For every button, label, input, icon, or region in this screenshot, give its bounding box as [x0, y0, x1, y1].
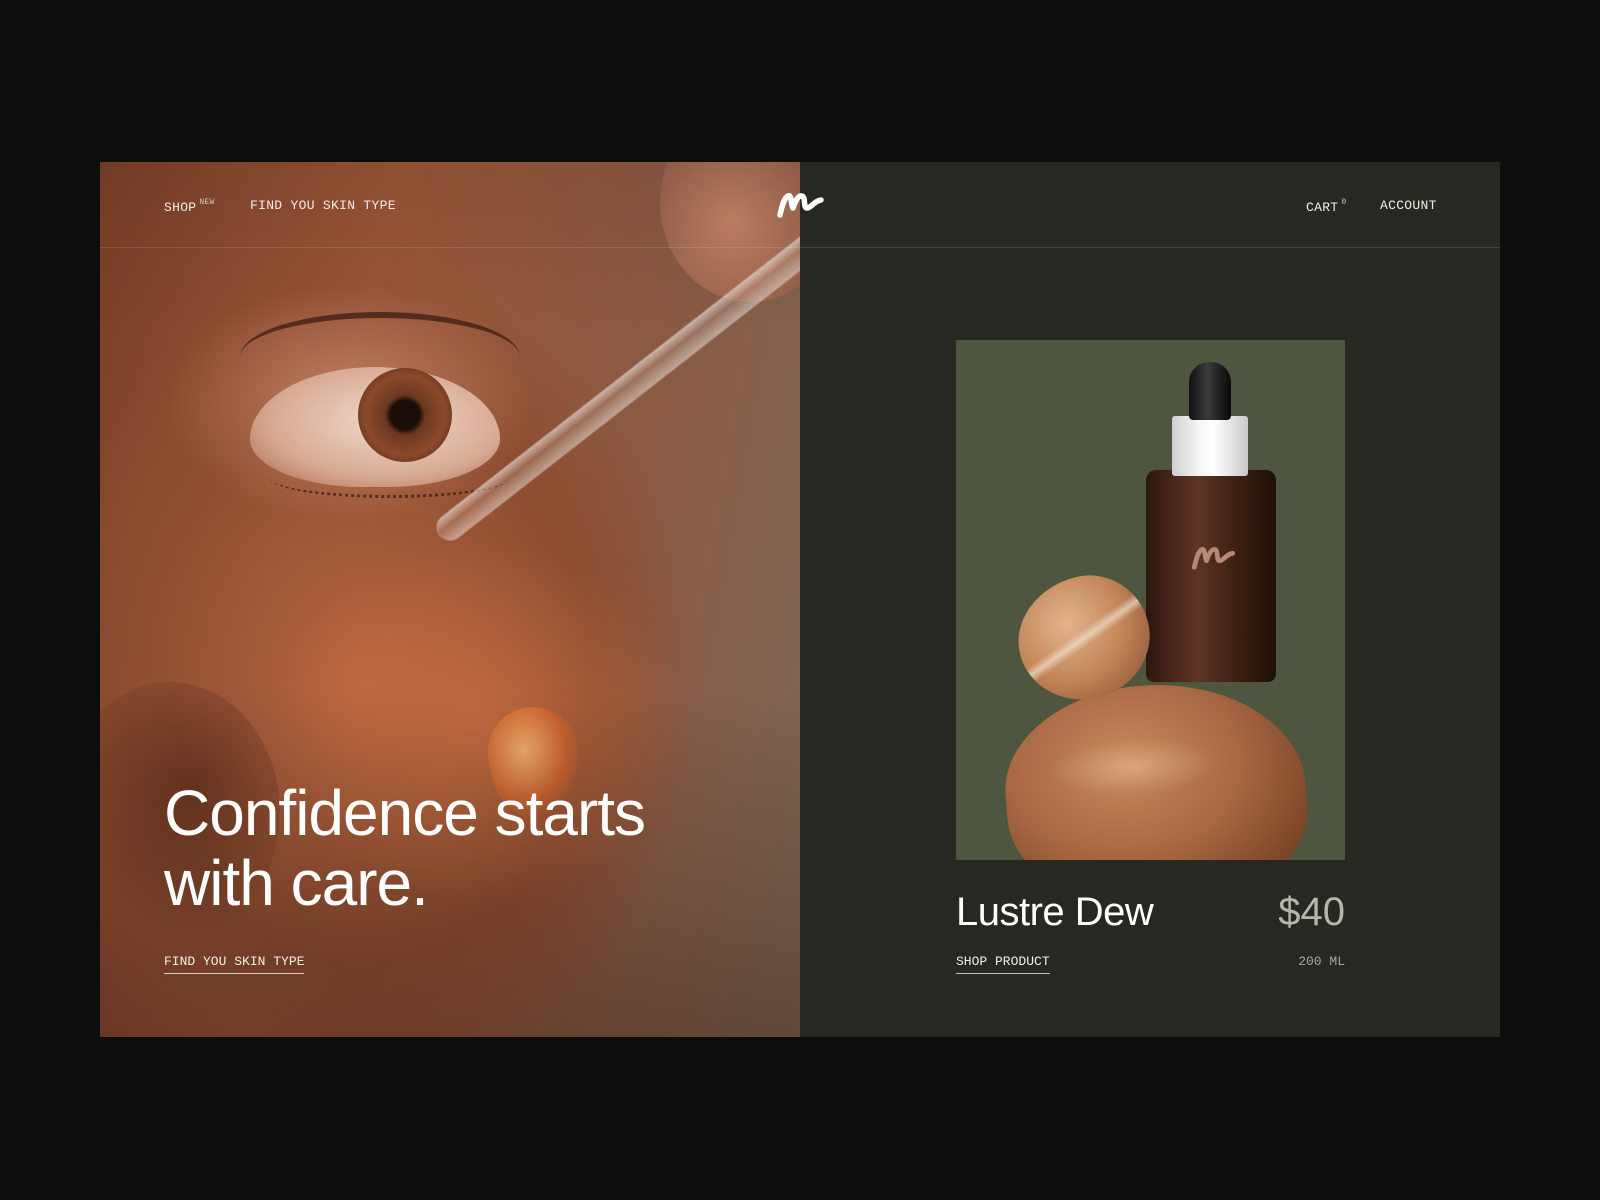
nav-shop[interactable]: SHOP NEW [164, 198, 215, 215]
hero-headline: Confidence starts with care. [164, 777, 646, 919]
nav-account[interactable]: ACCOUNT [1380, 198, 1437, 213]
nav-cart[interactable]: CART 0 [1306, 198, 1347, 215]
product-volume: 200 ML [1298, 954, 1345, 969]
nav-find-skin-type[interactable]: FIND YOU SKIN TYPE [250, 198, 396, 213]
product-name[interactable]: Lustre Dew [956, 890, 1154, 935]
product-price: $40 [1278, 890, 1345, 934]
cart-count-badge: 0 [1341, 198, 1347, 207]
brand-logo-icon[interactable] [776, 188, 826, 220]
product-image[interactable] [956, 340, 1345, 860]
bottle-body [1146, 470, 1276, 682]
top-nav: SHOP NEW FIND YOU SKIN TYPE CART 0 ACCOUNT [100, 162, 1500, 248]
landing-frame: SHOP NEW FIND YOU SKIN TYPE CART 0 ACCOUNT… [100, 162, 1500, 1037]
nav-shop-badge: NEW [199, 198, 215, 207]
shop-product-link[interactable]: SHOP PRODUCT [956, 954, 1050, 974]
nav-cart-label: CART [1306, 200, 1339, 215]
bottle-logo-icon [1191, 547, 1236, 570]
find-skin-type-link[interactable]: FIND YOU SKIN TYPE [164, 954, 305, 974]
large-stone [998, 674, 1314, 860]
nav-shop-label: SHOP [164, 200, 197, 215]
dropper-bulb [1189, 362, 1231, 420]
bottle-collar [1172, 416, 1248, 476]
